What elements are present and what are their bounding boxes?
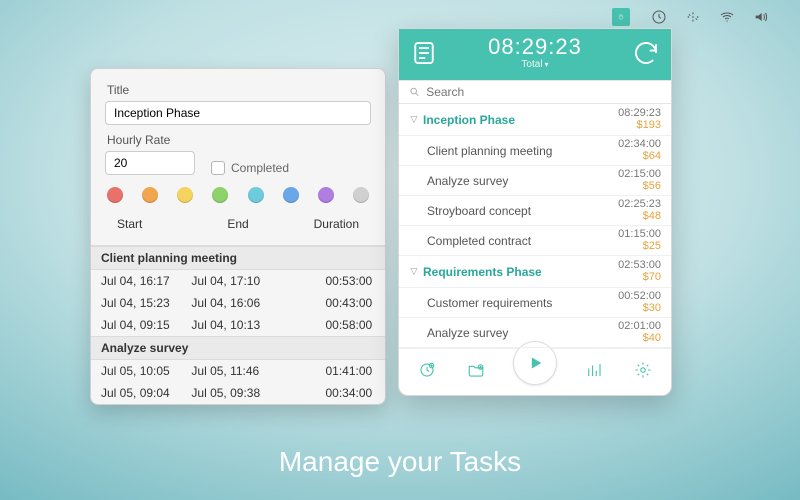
col-duration: Duration [281, 217, 364, 231]
task-row[interactable]: Customer requirements00:52:00$30 [399, 288, 671, 318]
menubar-clock-icon[interactable] [650, 8, 668, 26]
task-row[interactable]: Client planning meeting02:34:00$64 [399, 136, 671, 166]
color-swatch-4[interactable] [248, 187, 264, 203]
color-swatch-7[interactable] [353, 187, 369, 203]
entry-group-header: Client planning meeting [91, 246, 385, 270]
color-mark [398, 139, 399, 162]
disclosure-triangle-icon: ▽ [409, 266, 419, 277]
page-caption: Manage your Tasks [0, 446, 800, 478]
menubar-volume-icon[interactable] [752, 8, 770, 26]
time-entry-row[interactable]: Jul 04, 16:17Jul 04, 17:1000:53:00 [91, 270, 385, 292]
color-swatch-3[interactable] [212, 187, 228, 203]
search-bar[interactable] [399, 80, 671, 104]
tracker-header: 08:29:23 Total▾ [399, 29, 671, 80]
color-swatch-0[interactable] [107, 187, 123, 203]
color-swatch-6[interactable] [318, 187, 334, 203]
chevron-down-icon: ▾ [545, 60, 549, 69]
color-swatch-2[interactable] [177, 187, 193, 203]
completed-checkbox[interactable]: Completed [211, 161, 289, 175]
menubar-wifi-icon[interactable] [718, 8, 736, 26]
color-swatch-1[interactable] [142, 187, 158, 203]
notes-icon[interactable] [409, 38, 439, 68]
refresh-icon[interactable] [631, 38, 661, 68]
total-time: 08:29:23 [439, 35, 631, 59]
task-row[interactable]: Analyze survey02:01:00$40 [399, 318, 671, 348]
time-entry-row[interactable]: Jul 05, 09:04Jul 05, 09:3800:34:00 [91, 382, 385, 404]
time-columns-header: Start End Duration [105, 211, 371, 235]
time-entry-row[interactable]: Jul 05, 10:05Jul 05, 11:4601:41:00 [91, 360, 385, 382]
task-row[interactable]: Completed contract01:15:00$25 [399, 226, 671, 256]
completed-label: Completed [231, 161, 289, 175]
total-selector[interactable]: Total▾ [439, 59, 631, 70]
editor-popover: Title Hourly Rate Completed Start End Du… [90, 68, 386, 405]
project-list: ▽Inception Phase08:29:23$193Client plann… [399, 104, 671, 348]
checkbox-box [211, 161, 225, 175]
rate-label: Hourly Rate [107, 133, 195, 147]
settings-icon[interactable] [631, 358, 655, 382]
color-mark [398, 291, 399, 314]
entry-group-header: Analyze survey [91, 336, 385, 360]
menubar-timer-icon[interactable] [612, 8, 630, 26]
time-entry-row[interactable]: Jul 04, 09:15Jul 04, 10:1300:58:00 [91, 314, 385, 336]
disclosure-triangle-icon: ▽ [409, 114, 419, 125]
search-icon [409, 86, 420, 98]
time-entry-row[interactable]: Jul 04, 15:23Jul 04, 16:0600:43:00 [91, 292, 385, 314]
title-input[interactable] [105, 101, 371, 125]
task-row[interactable]: Stroyboard concept02:25:23$48 [399, 196, 671, 226]
color-mark [398, 169, 399, 192]
col-end: End [197, 217, 280, 231]
time-entries-table: Client planning meetingJul 04, 16:17Jul … [91, 245, 385, 404]
rate-input[interactable] [105, 151, 195, 175]
menubar [612, 8, 770, 26]
task-row[interactable]: Analyze survey02:15:00$56 [399, 166, 671, 196]
reports-icon[interactable] [582, 358, 606, 382]
project-row[interactable]: ▽Requirements Phase02:53:00$70 [399, 256, 671, 288]
menubar-sync-icon[interactable] [684, 8, 702, 26]
tracker-panel: 08:29:23 Total▾ ▽Inception Phase08:29:23… [398, 28, 672, 396]
add-time-icon[interactable] [415, 358, 439, 382]
color-picker [107, 187, 369, 203]
search-input[interactable] [426, 85, 661, 99]
project-row[interactable]: ▽Inception Phase08:29:23$193 [399, 104, 671, 136]
tracker-toolbar [399, 348, 671, 395]
title-label: Title [107, 83, 371, 97]
col-start: Start [113, 217, 196, 231]
color-swatch-5[interactable] [283, 187, 299, 203]
add-folder-icon[interactable] [464, 358, 488, 382]
